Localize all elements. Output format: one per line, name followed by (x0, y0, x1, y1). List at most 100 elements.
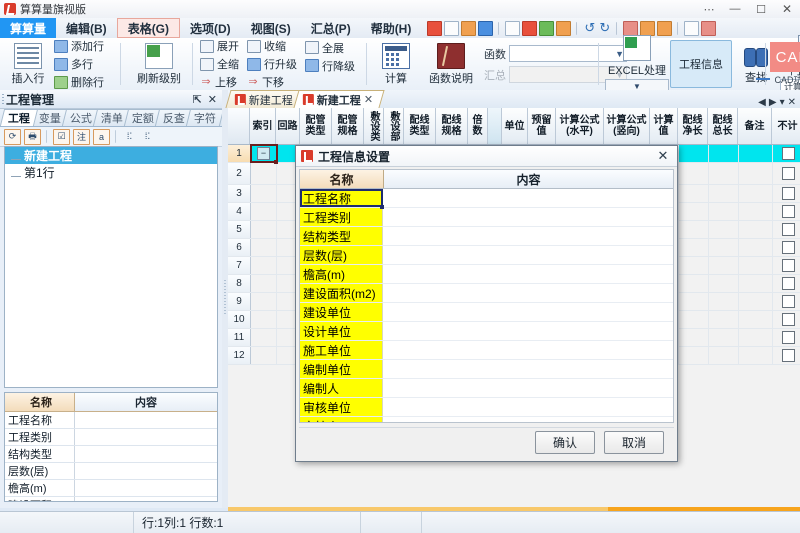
cell-wire-net-length[interactable] (679, 275, 709, 292)
cell-wire-total-length[interactable] (709, 257, 739, 274)
dialog-field-value[interactable] (383, 246, 673, 264)
grid-col-sort-icon[interactable] (488, 108, 502, 144)
row-number[interactable]: 4 (228, 203, 251, 220)
panel-tab-project[interactable]: 工程 (0, 109, 38, 126)
excel-button[interactable]: EXCEL处理 (604, 35, 670, 78)
dialog-field-value[interactable] (383, 322, 673, 340)
cell-remark[interactable] (739, 203, 773, 220)
grid-corner-cell[interactable] (228, 108, 250, 144)
dialog-field-name[interactable]: 建设单位 (300, 303, 383, 321)
cell-wire-total-length[interactable] (709, 275, 739, 292)
export-table-icon[interactable] (522, 21, 537, 36)
property-value[interactable] (75, 463, 217, 479)
row-number[interactable]: 8 (228, 275, 251, 292)
cell-wire-total-length[interactable] (709, 239, 739, 256)
row-number[interactable]: 11 (228, 329, 251, 346)
dialog-row[interactable]: 工程名称 (300, 189, 673, 208)
property-row[interactable]: 结构类型 (5, 446, 217, 463)
check-icon[interactable]: ☑ (53, 129, 70, 145)
pin-icon[interactable]: ⇱ (193, 93, 202, 106)
dialog-row[interactable]: 工程类别 (300, 208, 673, 227)
dialog-field-value[interactable] (383, 303, 673, 321)
panel-close-icon[interactable]: ✕ (208, 93, 217, 106)
grid-col-calculated-value[interactable]: 计算值 (650, 108, 678, 144)
cell-exclude[interactable] (773, 203, 800, 220)
maximize-button[interactable]: ☐ (748, 0, 774, 18)
row-number[interactable]: 1 (228, 145, 251, 162)
property-value[interactable] (75, 429, 217, 445)
property-row[interactable]: 檐高(m) (5, 480, 217, 497)
grid-col-exclude[interactable]: 不计 (772, 108, 800, 144)
promote-button[interactable]: 行升级 (245, 56, 299, 72)
grid-col-laying-type[interactable]: 敷设类 (364, 108, 384, 144)
dialog-field-value[interactable] (383, 341, 673, 359)
grid-col-pipe-spec[interactable]: 配管规格 (332, 108, 364, 144)
cell-exclude[interactable] (773, 163, 800, 184)
cell-wire-net-length[interactable] (679, 257, 709, 274)
row-number[interactable]: 10 (228, 311, 251, 328)
dialog-row[interactable]: 编制人 (300, 379, 673, 398)
cell-remark[interactable] (739, 145, 773, 162)
tab-close-icon[interactable]: ✕ (788, 97, 796, 108)
cell-index[interactable] (251, 239, 277, 256)
grid-col-multiplier[interactable]: 倍数 (468, 108, 488, 144)
cell-index[interactable] (251, 293, 277, 310)
cell-remark[interactable] (739, 163, 773, 184)
cell-wire-net-length[interactable] (679, 203, 709, 220)
dialog-row[interactable]: 编制单位 (300, 360, 673, 379)
dialog-row[interactable]: 层数(层) (300, 246, 673, 265)
insert-row-button[interactable]: 插入行 (4, 43, 52, 86)
grid-col-index[interactable]: 索引 (250, 108, 276, 144)
cell-exclude[interactable] (773, 239, 800, 256)
list-icon[interactable] (539, 21, 554, 36)
menu-item-edit[interactable]: 编辑(B) (56, 18, 117, 38)
dialog-field-name[interactable]: 编制人 (300, 379, 383, 397)
dialog-field-name[interactable]: 工程类别 (300, 208, 383, 226)
property-row[interactable]: 工程类别 (5, 429, 217, 446)
tree-item-row1[interactable]: 第1行 (5, 164, 217, 181)
cancel-button[interactable]: 取消 (604, 431, 664, 454)
exclude-checkbox[interactable] (782, 147, 795, 160)
grid-col-unit[interactable]: 单位 (502, 108, 528, 144)
dialog-close-button[interactable]: ✕ (649, 146, 677, 166)
cell-remark[interactable] (739, 347, 773, 364)
exclude-checkbox[interactable] (782, 259, 795, 272)
cell-remark[interactable] (739, 239, 773, 256)
new-file-icon[interactable] (444, 21, 459, 36)
save-icon[interactable] (478, 21, 493, 36)
property-value[interactable] (75, 480, 217, 496)
row-number[interactable]: 6 (228, 239, 251, 256)
zoom-icon[interactable] (684, 21, 699, 36)
menu-item-brand[interactable]: 算算量 (0, 18, 56, 38)
grid-col-wire-spec[interactable]: 配线规格 (436, 108, 468, 144)
cell-wire-total-length[interactable] (709, 203, 739, 220)
property-value[interactable] (75, 412, 217, 428)
panel-grip[interactable] (2, 94, 4, 104)
dialog-row[interactable]: 审核人 (300, 417, 673, 423)
exclude-checkbox[interactable] (782, 205, 795, 218)
dialog-field-name[interactable]: 施工单位 (300, 341, 383, 359)
dialog-row[interactable]: 审核单位 (300, 398, 673, 417)
grid-col-circuit[interactable]: 回路 (276, 108, 300, 144)
cell-wire-net-length[interactable] (679, 185, 709, 202)
property-value[interactable] (75, 446, 217, 462)
cell-exclude[interactable] (773, 329, 800, 346)
dialog-field-value[interactable] (383, 398, 673, 416)
exclude-checkbox[interactable] (782, 313, 795, 326)
document-tab-close-icon[interactable]: ✕ (364, 93, 373, 106)
row-number[interactable]: 3 (228, 185, 251, 202)
dialog-row[interactable]: 建设单位 (300, 303, 673, 322)
grid-col-laying-part[interactable]: 敷设部 (384, 108, 404, 144)
cell-wire-net-length[interactable] (679, 347, 709, 364)
expander-icon[interactable]: − (257, 147, 270, 160)
row-number[interactable]: 9 (228, 293, 251, 310)
dialog-field-value[interactable] (383, 189, 673, 207)
demote-node-icon[interactable]: ⁞⁚ (140, 130, 155, 144)
dialog-row[interactable]: 设计单位 (300, 322, 673, 341)
document-tab-1[interactable]: 新建工程 (225, 90, 304, 108)
open-file-icon[interactable] (461, 21, 476, 36)
exclude-checkbox[interactable] (782, 223, 795, 236)
cell-remark[interactable] (739, 311, 773, 328)
cell-wire-total-length[interactable] (709, 293, 739, 310)
collapse-button[interactable]: 收缩 (245, 38, 299, 54)
